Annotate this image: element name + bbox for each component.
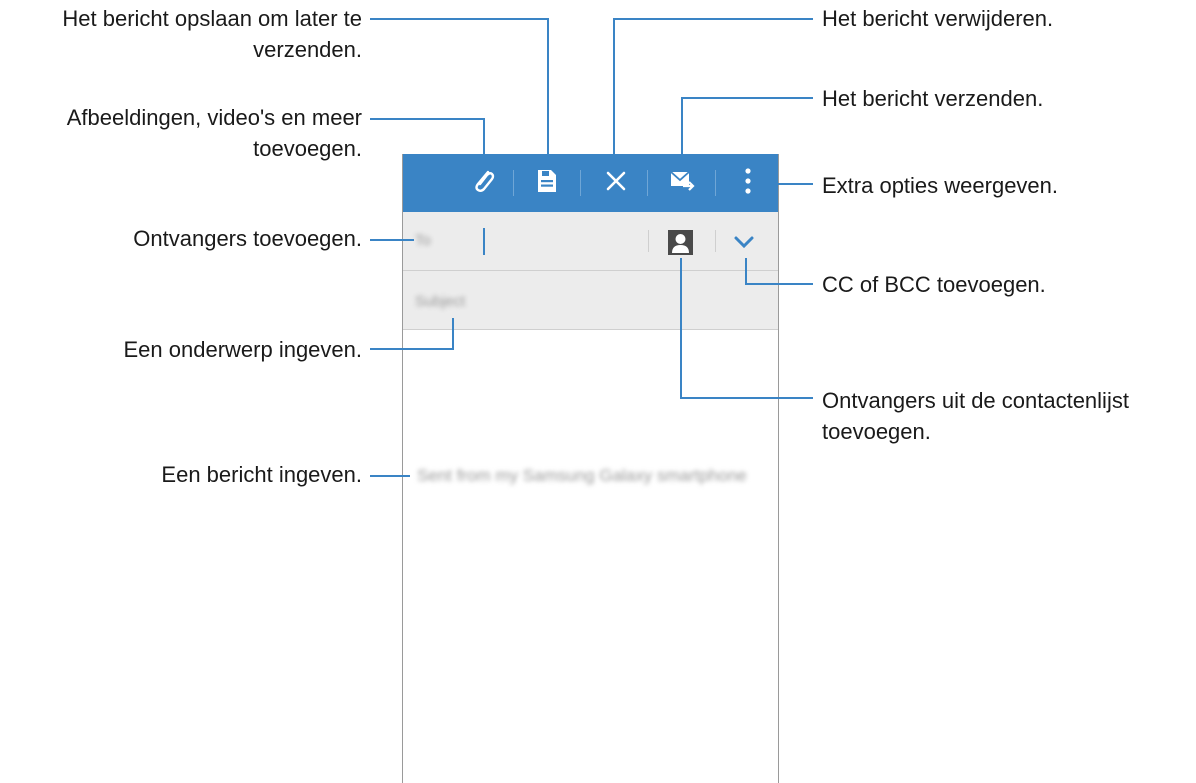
cc-bcc-leader-line [745, 283, 813, 285]
action-bar [403, 154, 778, 212]
more-options-callout-label: Extra opties weergeven. [822, 173, 1059, 198]
delete-callout-label: Het bericht verwijderen. [822, 6, 1054, 31]
attach-leader-line [370, 118, 485, 120]
save-leader-line [547, 18, 549, 164]
attach-leader-line [483, 118, 485, 164]
action-separator [580, 170, 581, 196]
save-callout-label-1: Het bericht opslaan om later te [62, 6, 362, 31]
more-options-leader-line [767, 183, 813, 185]
paperclip-icon [472, 168, 496, 199]
action-separator [513, 170, 514, 196]
attach-callout-label-2: toevoegen. [253, 136, 362, 161]
subject-row: Subject [403, 271, 778, 330]
send-callout-label: Het bericht verzenden. [822, 86, 1044, 111]
body-callout-label: Een bericht ingeven. [161, 462, 362, 487]
text-cursor [483, 228, 485, 255]
contacts-callout-label-1: Ontvangers uit de contactenlijst [822, 388, 1129, 413]
contacts-leader-line [680, 397, 813, 399]
action-separator [647, 170, 648, 196]
send-button[interactable] [661, 162, 703, 204]
cc-bcc-callout-label: CC of BCC toevoegen. [822, 272, 1046, 297]
cc-bcc-leader-line [745, 258, 747, 284]
field-separator [648, 230, 649, 252]
action-separator [715, 170, 716, 196]
chevron-down-icon [731, 236, 757, 256]
subject-input-placeholder[interactable]: Subject [415, 293, 465, 310]
delete-leader-line [613, 18, 615, 164]
close-icon [605, 170, 627, 197]
contacts-callout-label-2: toevoegen. [822, 419, 931, 444]
save-callout-label-2: verzenden. [253, 37, 362, 62]
save-draft-button[interactable] [526, 162, 568, 204]
subject-leader-line [370, 348, 454, 350]
message-body[interactable]: Sent from my Samsung Galaxy smartphone [417, 462, 747, 489]
more-options-button[interactable] [728, 162, 768, 204]
field-separator [715, 230, 716, 252]
recipients-row: To [403, 212, 778, 271]
recipients-leader-line [370, 239, 414, 241]
more-options-icon [744, 167, 752, 200]
attach-button[interactable] [463, 162, 505, 204]
email-compose-screen: To Subject Sent from my Samsung Galaxy s… [402, 154, 779, 783]
body-leader-line [370, 475, 410, 477]
cc-bcc-button[interactable] [731, 232, 757, 252]
send-mail-icon [669, 169, 695, 198]
save-draft-icon [536, 168, 558, 199]
attach-callout-label-1: Afbeeldingen, video's en meer [66, 105, 362, 130]
delete-button[interactable] [595, 162, 637, 204]
contacts-button[interactable] [667, 229, 694, 256]
send-leader-line [681, 97, 683, 164]
contacts-leader-line [680, 285, 682, 399]
save-leader-line [370, 18, 549, 20]
subject-leader-line [452, 318, 454, 350]
subject-callout-label: Een onderwerp ingeven. [123, 337, 363, 362]
delete-leader-line [613, 18, 813, 20]
send-leader-line [681, 97, 813, 99]
contacts-leader-line [680, 258, 682, 285]
recipients-callout-label: Ontvangers toevoegen. [133, 226, 362, 251]
recipients-input-placeholder[interactable]: To [415, 232, 431, 249]
